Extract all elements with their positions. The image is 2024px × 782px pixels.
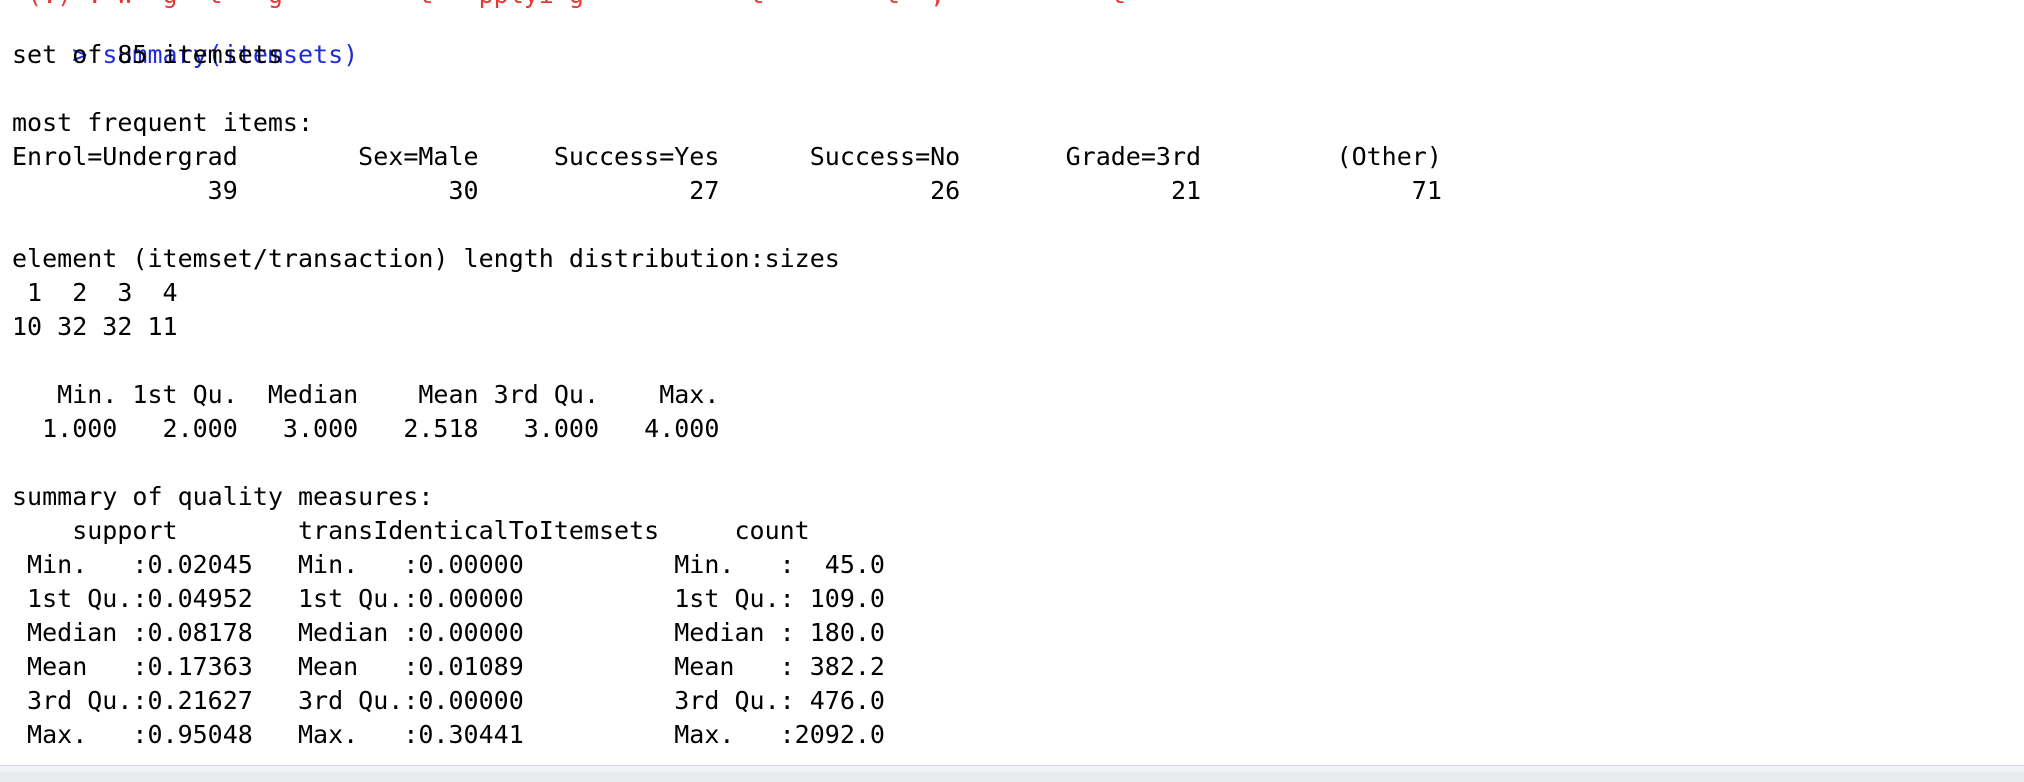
output-line: summary of quality measures:	[12, 482, 434, 511]
output-line: most frequent items:	[12, 108, 314, 137]
output-line: 1 2 3 4	[12, 278, 193, 307]
output-line: 39 30 27 26 21 71	[12, 176, 1457, 205]
output-line: Mean :0.17363 Mean :0.01089 Mean : 382.2	[12, 652, 916, 681]
scrollbar-thumb[interactable]	[0, 772, 2024, 782]
horizontal-scrollbar[interactable]	[0, 765, 2024, 782]
output-line: Max. :0.95048 Max. :0.30441 Max. :2092.0	[12, 720, 916, 749]
output-line: element (itemset/transaction) length dis…	[12, 244, 840, 273]
output-line: support transIdenticalToItemsets count	[12, 516, 901, 545]
output-line: Enrol=Undergrad Sex=Male Success=Yes Suc…	[12, 142, 1457, 171]
output-line: 10 32 32 11	[12, 312, 193, 341]
output-line: 1st Qu.:0.04952 1st Qu.:0.00000 1st Qu.:…	[12, 584, 916, 613]
output-line: 1.000 2.000 3.000 2.518 3.000 4.000	[12, 414, 735, 443]
clipped-warning-line: (.) : W g t g t pplyi g t t , t	[12, 0, 2012, 12]
output-line: Min. :0.02045 Min. :0.00000 Min. : 45.0	[12, 550, 916, 579]
r-console[interactable]: (.) : W g t g t pplyi g t t , t > summar…	[12, 0, 2012, 762]
output-line: Min. 1st Qu. Median Mean 3rd Qu. Max.	[12, 380, 735, 409]
output-line: 3rd Qu.:0.21627 3rd Qu.:0.00000 3rd Qu.:…	[12, 686, 916, 715]
output-line: Median :0.08178 Median :0.00000 Median :…	[12, 618, 916, 647]
